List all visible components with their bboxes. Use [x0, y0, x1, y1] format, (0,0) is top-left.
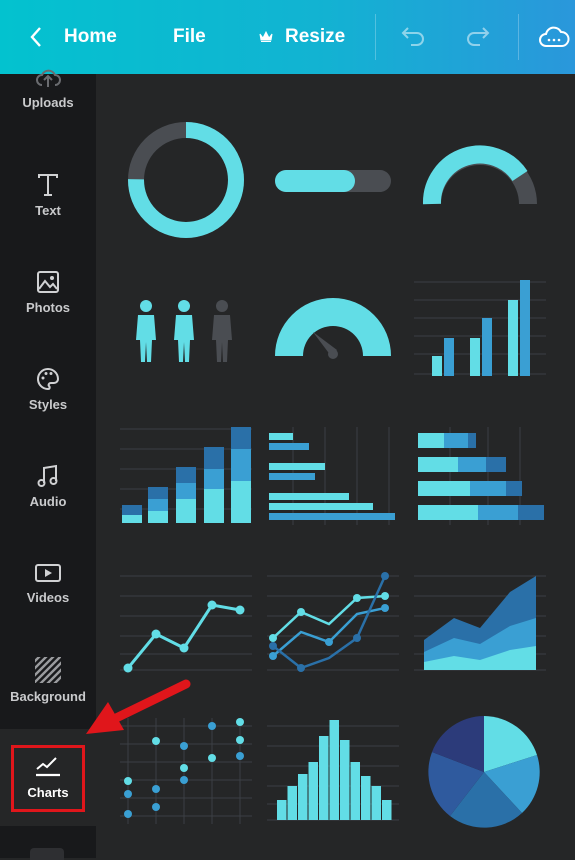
sidebar-item-uploads[interactable]: Uploads: [0, 40, 96, 137]
chart-thumb-bar-chart[interactable]: [410, 270, 550, 390]
sidebar-item-label: Photos: [25, 300, 71, 315]
sidebar-item-styles[interactable]: Styles: [0, 341, 96, 438]
histogram-bar: [319, 736, 329, 820]
sidebar-item-photos[interactable]: Photos: [0, 244, 96, 341]
stripes-icon: [35, 657, 61, 683]
sidebar-item-label: Styles: [28, 397, 68, 412]
histogram-bar: [277, 800, 287, 820]
sidebar-item-label: Audio: [29, 494, 67, 509]
sidebar-item-background[interactable]: Background: [0, 632, 96, 729]
resize-label: Resize: [285, 26, 346, 47]
chart-thumb-donut[interactable]: [116, 120, 256, 240]
histogram-bar: [329, 720, 339, 820]
music-icon: [37, 464, 58, 487]
file-button[interactable]: File: [173, 0, 206, 74]
histogram-bar: [361, 776, 371, 820]
histogram-bar: [382, 800, 392, 820]
upload-icon: [36, 69, 61, 87]
divider: [518, 14, 519, 60]
chart-thumb-histogram[interactable]: [263, 712, 403, 832]
chart-thumb-half-gauge[interactable]: [410, 120, 550, 240]
sidebar-item-label: Uploads: [22, 95, 74, 110]
histogram-bar: [340, 740, 350, 820]
sidebar-item-label: Videos: [26, 590, 70, 605]
chart-thumb-dot-plot[interactable]: [116, 712, 256, 832]
sidebar-item-label: Background: [10, 689, 86, 704]
video-icon: [35, 564, 61, 582]
sidebar-item-videos[interactable]: Videos: [0, 535, 96, 632]
histogram-bar: [371, 786, 381, 820]
palette-icon: [37, 367, 60, 391]
sidebar-item-label: Text: [35, 203, 61, 218]
sidebar-item-more[interactable]: [30, 848, 64, 860]
charts-highlight-box: [11, 745, 85, 812]
chart-thumb-area[interactable]: [410, 562, 550, 682]
redo-icon[interactable]: [463, 24, 491, 48]
chart-thumb-progress-bar[interactable]: [263, 120, 403, 240]
chart-thumb-pie[interactable]: [410, 712, 550, 832]
chart-thumb-speedometer[interactable]: [263, 270, 403, 390]
chart-thumb-horizontal-bar[interactable]: [263, 415, 403, 535]
photo-icon: [37, 271, 59, 293]
cloud-icon[interactable]: [538, 22, 570, 50]
chart-thumb-line[interactable]: [116, 562, 256, 682]
sidebar: Uploads Text Photos Styles Audio Videos …: [0, 69, 96, 860]
chart-thumb-multi-line[interactable]: [263, 562, 403, 682]
histogram-bar: [287, 786, 297, 820]
divider: [375, 14, 376, 60]
histogram-bar: [350, 762, 360, 820]
sidebar-item-text[interactable]: Text: [0, 147, 96, 244]
chart-thumb-stacked-bar[interactable]: [410, 415, 550, 535]
histogram-bar: [298, 774, 308, 820]
resize-button[interactable]: Resize: [259, 0, 345, 74]
crown-icon: [259, 31, 273, 42]
file-label: File: [173, 26, 206, 47]
undo-icon[interactable]: [400, 24, 428, 48]
charts-panel: [96, 74, 575, 858]
sidebar-item-audio[interactable]: Audio: [0, 438, 96, 535]
chart-thumb-stacked-column[interactable]: [116, 415, 256, 535]
text-icon: [38, 174, 58, 196]
histogram-bar: [308, 762, 318, 820]
chart-thumb-people[interactable]: [116, 270, 256, 390]
